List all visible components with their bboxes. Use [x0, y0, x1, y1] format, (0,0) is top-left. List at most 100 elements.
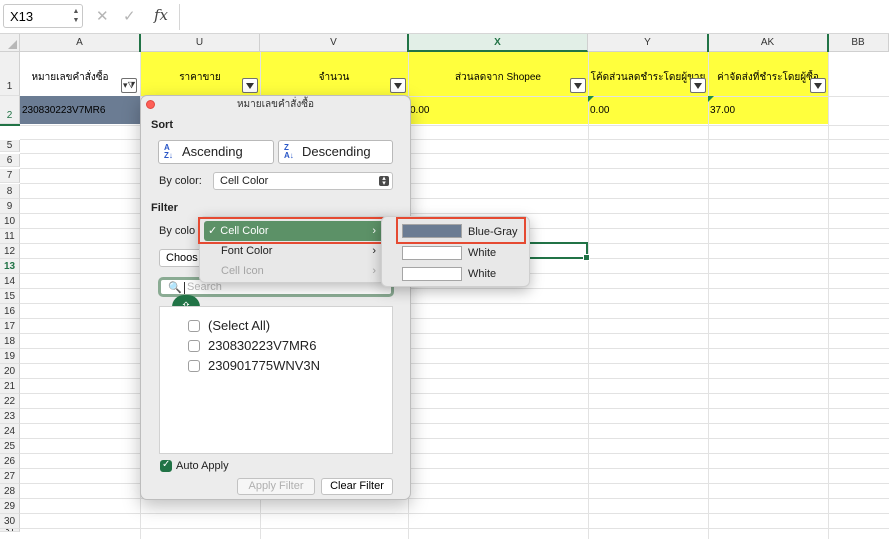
row-header-17[interactable]: 17	[0, 319, 20, 334]
row-header-8[interactable]: 8	[0, 184, 20, 199]
row-header-13[interactable]: 13	[0, 259, 20, 274]
hidden-columns-marker	[407, 34, 409, 52]
filter-button-a[interactable]: ▾⧩	[121, 78, 137, 93]
row-header-28[interactable]: 28	[0, 484, 20, 499]
row-header-23[interactable]: 23	[0, 409, 20, 424]
row-header-25[interactable]: 25	[0, 439, 20, 454]
row2-fill	[408, 96, 828, 124]
name-box-value: X13	[10, 9, 34, 24]
col-header-y[interactable]: Y	[588, 34, 708, 52]
cell-a2[interactable]: 230830223V7MR6	[20, 96, 140, 124]
sort-ascending-button[interactable]: A Z↓ Ascending	[158, 140, 274, 164]
chevron-right-icon: ›	[372, 245, 376, 257]
filter-button-u[interactable]	[242, 78, 258, 93]
highlight-frame	[198, 217, 392, 244]
cell-y2[interactable]: 0.00	[590, 105, 609, 116]
row-header-18[interactable]: 18	[0, 334, 20, 349]
sort-by-color-label: By color:	[159, 175, 202, 187]
confirm-icon[interactable]: ✓	[123, 7, 136, 25]
cell-ak2[interactable]: 37.00	[710, 105, 735, 116]
select-all-corner[interactable]	[0, 34, 20, 52]
sort-heading: Sort	[151, 119, 173, 131]
hidden-columns-marker	[139, 34, 141, 52]
row-header-27[interactable]: 27	[0, 469, 20, 484]
filter-active-icon: ▾⧩	[123, 80, 136, 90]
row-header-1[interactable]: 1	[0, 52, 20, 96]
sort-descending-label: Descending	[302, 144, 371, 159]
menu-item-label: Cell Icon	[221, 265, 264, 277]
select-stepper-icon: ▴ ▾	[379, 175, 389, 187]
row-header-14[interactable]: 14	[0, 274, 20, 289]
sort-ascending-label: Ascending	[182, 144, 243, 159]
swatch-label[interactable]: White	[468, 247, 496, 259]
row-header-11[interactable]: 11	[0, 229, 20, 244]
clear-filter-button[interactable]: Clear Filter	[321, 478, 393, 495]
sort-ascending-icon: A Z↓	[164, 142, 173, 160]
row-header-5[interactable]: 5	[0, 140, 20, 152]
search-icon: 🔍	[168, 282, 182, 294]
sort-by-color-value: Cell Color	[220, 175, 269, 187]
header-quantity: จำนวน	[318, 72, 350, 83]
filter-button-y[interactable]	[690, 78, 706, 93]
text-caret	[184, 282, 185, 294]
apply-filter-button[interactable]: Apply Filter	[237, 478, 315, 495]
row-header-15[interactable]: 15	[0, 289, 20, 304]
hidden-columns-marker	[827, 34, 829, 52]
select-all-checkbox[interactable]	[188, 320, 200, 332]
name-box[interactable]: X13 ▲ ▼	[3, 4, 83, 28]
row-header-10[interactable]: 10	[0, 214, 20, 229]
col-header-v[interactable]: V	[260, 34, 408, 52]
col-header-bb[interactable]: BB	[828, 34, 889, 52]
auto-apply-checkbox[interactable]	[160, 459, 172, 472]
row-header-22[interactable]: 22	[0, 394, 20, 409]
filter-button-v[interactable]	[390, 78, 406, 93]
row-header-20[interactable]: 20	[0, 364, 20, 379]
row-header-6[interactable]: 6	[0, 154, 20, 167]
row-header-29[interactable]: 29	[0, 499, 20, 514]
list-item[interactable]: 230901775WNV3N	[208, 358, 320, 373]
header-shopee-discount: ส่วนลดจาก Shopee	[455, 72, 541, 83]
row-header-31[interactable]: 31	[0, 529, 20, 532]
list-item[interactable]: (Select All)	[208, 318, 270, 333]
sort-by-color-select[interactable]: Cell Color ▴ ▾	[213, 172, 393, 190]
row-header-26[interactable]: 26	[0, 454, 20, 469]
hidden-columns-marker	[707, 34, 709, 52]
filter-popup: หมายเลขคำสั่งซื้อ Sort A Z↓ Ascending Z A↓ D…	[140, 95, 411, 500]
list-item[interactable]: 230830223V7MR6	[208, 338, 316, 353]
row-header-24[interactable]: 24	[0, 424, 20, 439]
swatch-white[interactable]	[402, 267, 462, 281]
filter-button-ak[interactable]	[810, 78, 826, 93]
list-item-checkbox[interactable]	[188, 360, 200, 372]
name-box-stepper-icon[interactable]: ▲ ▼	[72, 7, 80, 25]
row-header-2[interactable]: 2	[0, 96, 20, 124]
row-header-7[interactable]: 7	[0, 169, 20, 183]
chevron-right-icon: ›	[372, 265, 376, 277]
col-header-u[interactable]: U	[140, 34, 260, 52]
menu-item-font-color[interactable]: Font Color ›	[204, 241, 384, 261]
menu-item-label: Font Color	[221, 245, 273, 257]
row-header-19[interactable]: 19	[0, 349, 20, 364]
insert-function-icon[interactable]: fx	[154, 6, 168, 24]
row-header-16[interactable]: 16	[0, 304, 20, 319]
row-header-21[interactable]: 21	[0, 379, 20, 394]
formula-input[interactable]	[179, 4, 885, 30]
sort-descending-button[interactable]: Z A↓ Descending	[278, 140, 393, 164]
col-header-ak[interactable]: AK	[708, 34, 828, 52]
cancel-icon[interactable]: ✕	[96, 7, 109, 25]
list-item-checkbox[interactable]	[188, 340, 200, 352]
row-header-9[interactable]: 9	[0, 199, 20, 214]
values-list: (Select All) 230830223V7MR6 230901775WNV…	[159, 306, 393, 454]
col-header-x[interactable]: X	[408, 34, 588, 52]
formula-bar: X13 ▲ ▼ ✕ ✓ fx	[0, 0, 889, 34]
filter-by-color-label: By colo	[159, 225, 196, 237]
row-header-12[interactable]: 12	[0, 244, 20, 259]
filter-button-x[interactable]	[570, 78, 586, 93]
error-indicator	[588, 96, 594, 102]
header-order-number: หมายเลขคำสั่งซื้อ	[31, 72, 109, 83]
cell-x2[interactable]: 0.00	[410, 105, 429, 116]
swatch-label[interactable]: White	[468, 268, 496, 280]
cell-a2-value: 230830223V7MR6	[22, 105, 106, 116]
swatch-white[interactable]	[402, 246, 462, 260]
col-header-a[interactable]: A	[20, 34, 140, 52]
row-header-30[interactable]: 30	[0, 514, 20, 529]
